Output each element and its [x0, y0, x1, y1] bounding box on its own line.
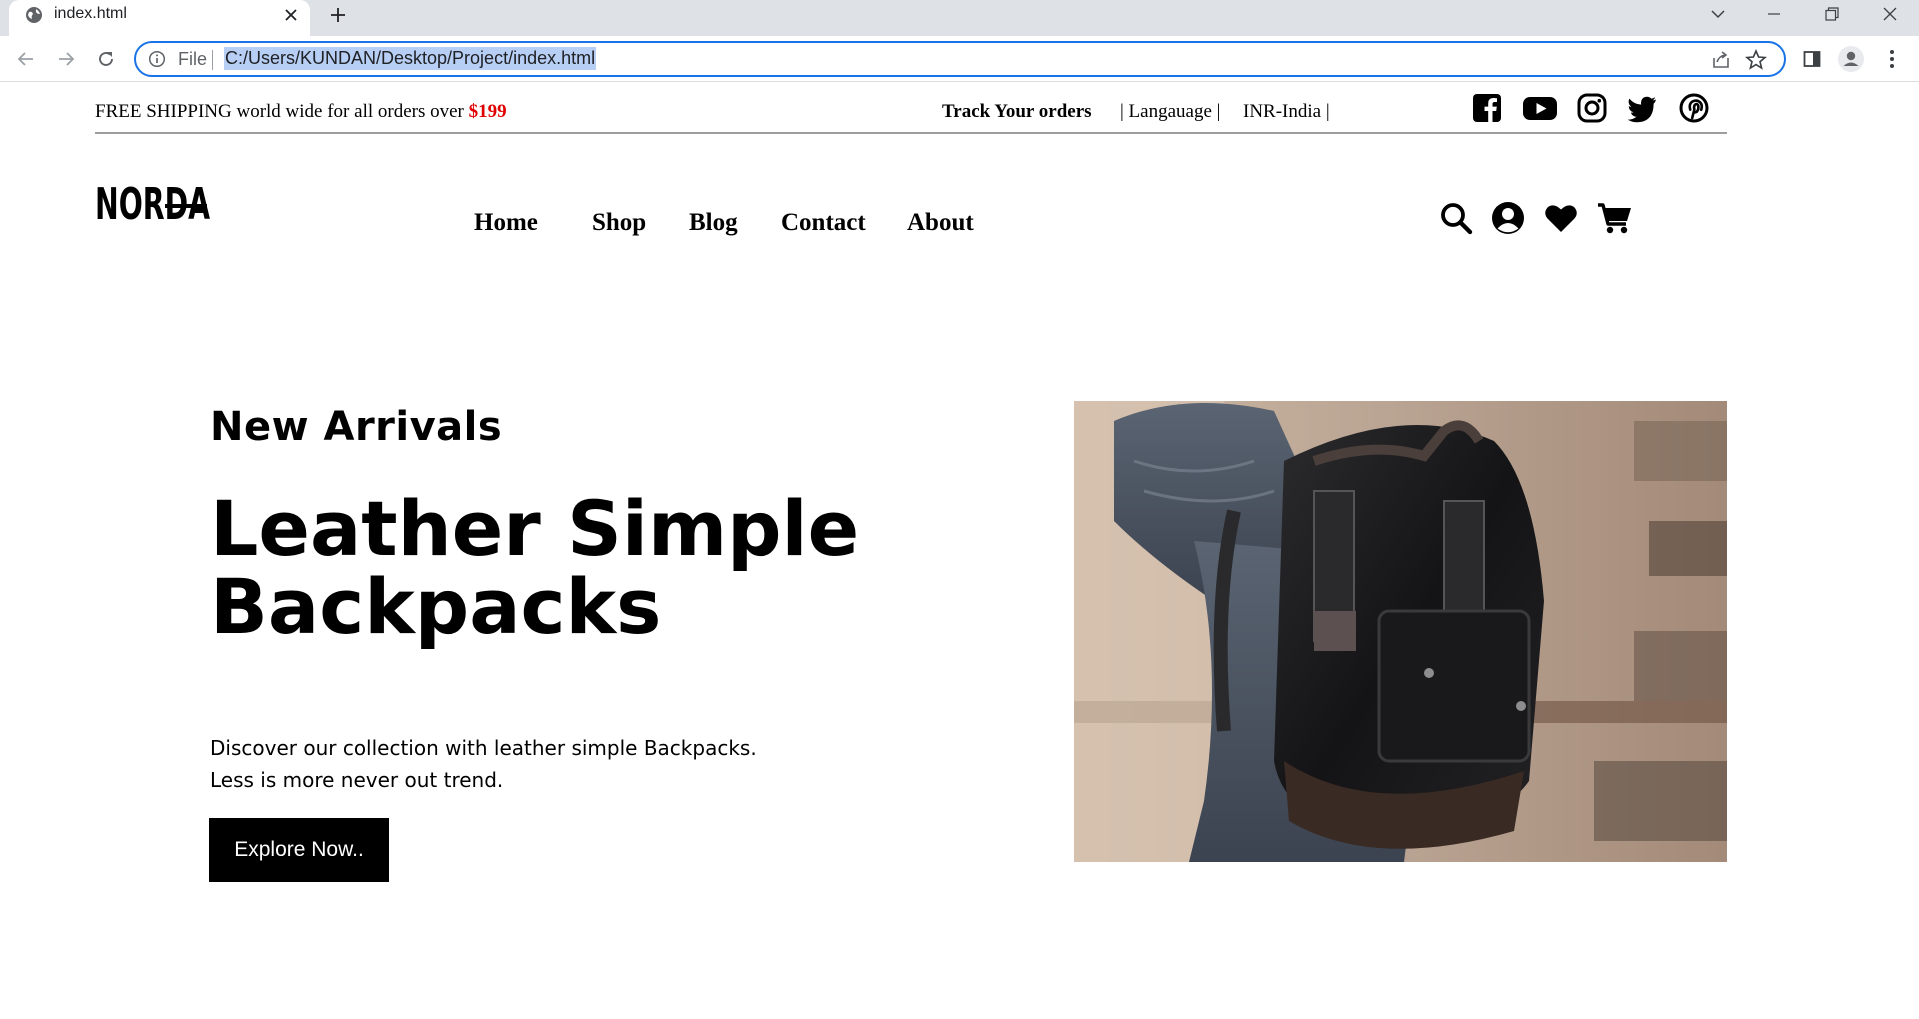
- nav-contact[interactable]: Contact: [781, 209, 866, 237]
- hero-eyebrow: New Arrivals: [210, 404, 503, 450]
- track-orders-link[interactable]: Track Your orders: [942, 101, 1092, 123]
- plus-icon: [331, 8, 345, 22]
- browser-menu-button[interactable]: [1878, 45, 1906, 73]
- reload-icon: [99, 52, 113, 66]
- nav-home[interactable]: Home: [474, 209, 538, 237]
- arrow-right-icon: [59, 52, 75, 66]
- hero-headline-line2: Backpacks: [210, 562, 662, 651]
- browser-tab[interactable]: index.html: [9, 0, 310, 36]
- hero-description-line1: Discover our collection with leather sim…: [210, 736, 757, 760]
- promo-price: $199: [468, 101, 507, 122]
- browser-toolbar: File C:/Users/KUNDAN/Desktop/Project/ind…: [0, 36, 1919, 82]
- share-icon[interactable]: [1710, 49, 1732, 71]
- search-icon[interactable]: [1438, 200, 1474, 236]
- logo-text: NORDA: [95, 179, 210, 226]
- restore-button[interactable]: [1809, 0, 1855, 28]
- twitter-icon[interactable]: [1626, 92, 1658, 124]
- hero-headline: Leather Simple Backpacks: [210, 490, 859, 646]
- restore-icon: [1825, 7, 1839, 21]
- profile-avatar-icon: [1838, 46, 1864, 72]
- arrow-left-icon: [17, 52, 33, 66]
- info-icon[interactable]: [148, 50, 166, 68]
- facebook-icon[interactable]: [1471, 92, 1503, 124]
- heart-icon[interactable]: [1543, 200, 1579, 236]
- close-icon: [285, 9, 297, 21]
- norda-logo[interactable]: NORDA: [95, 176, 215, 226]
- globe-icon: [26, 7, 42, 23]
- url-text[interactable]: C:/Users/KUNDAN/Desktop/Project/index.ht…: [224, 47, 597, 70]
- url-scheme-label: File: [178, 49, 208, 69]
- reload-button[interactable]: [91, 44, 121, 74]
- minimize-button[interactable]: [1751, 0, 1797, 28]
- top-info-bar: FREE SHIPPING world wide for all orders …: [95, 86, 1727, 134]
- tab-close-button[interactable]: [279, 3, 303, 27]
- minimize-icon: [1768, 13, 1780, 15]
- hero-description-line2: Less is more never out trend.: [210, 768, 504, 792]
- nav-about[interactable]: About: [907, 209, 974, 237]
- youtube-icon[interactable]: [1522, 92, 1558, 124]
- bookmark-star-icon[interactable]: [1744, 48, 1768, 72]
- shipping-promo: FREE SHIPPING world wide for all orders …: [95, 101, 507, 123]
- promo-text: FREE SHIPPING world wide for all orders …: [95, 101, 464, 122]
- back-button[interactable]: [11, 44, 41, 74]
- instagram-icon[interactable]: [1576, 92, 1608, 124]
- close-icon: [1883, 7, 1897, 21]
- omnibox-divider: [212, 50, 213, 70]
- profile-button[interactable]: [1837, 45, 1865, 73]
- chevron-down-icon: [1711, 10, 1725, 19]
- language-selector[interactable]: | Langauage |: [1120, 101, 1220, 123]
- nav-shop[interactable]: Shop: [592, 209, 646, 237]
- browser-tab-strip: index.html: [0, 0, 1919, 36]
- backpack-photo: [1074, 401, 1727, 862]
- pinterest-icon[interactable]: [1678, 92, 1710, 124]
- hero-headline-line1: Leather Simple: [210, 484, 860, 573]
- side-panel-button[interactable]: [1798, 45, 1826, 73]
- close-window-button[interactable]: [1867, 0, 1913, 28]
- more-vertical-icon: [1890, 50, 1894, 68]
- hero-description: Discover our collection with leather sim…: [210, 732, 757, 796]
- forward-button[interactable]: [51, 44, 81, 74]
- address-bar[interactable]: File C:/Users/KUNDAN/Desktop/Project/ind…: [134, 41, 1786, 77]
- cart-icon[interactable]: [1597, 200, 1633, 236]
- explore-now-button[interactable]: Explore Now..: [209, 818, 389, 882]
- new-tab-button[interactable]: [324, 1, 352, 29]
- tab-title: index.html: [54, 5, 127, 22]
- tab-search-button[interactable]: [1695, 0, 1741, 28]
- hero-product-image: [1074, 401, 1727, 862]
- side-panel-icon: [1803, 51, 1821, 67]
- currency-selector[interactable]: INR-India |: [1243, 101, 1330, 123]
- nav-blog[interactable]: Blog: [689, 209, 738, 237]
- account-icon[interactable]: [1490, 200, 1526, 236]
